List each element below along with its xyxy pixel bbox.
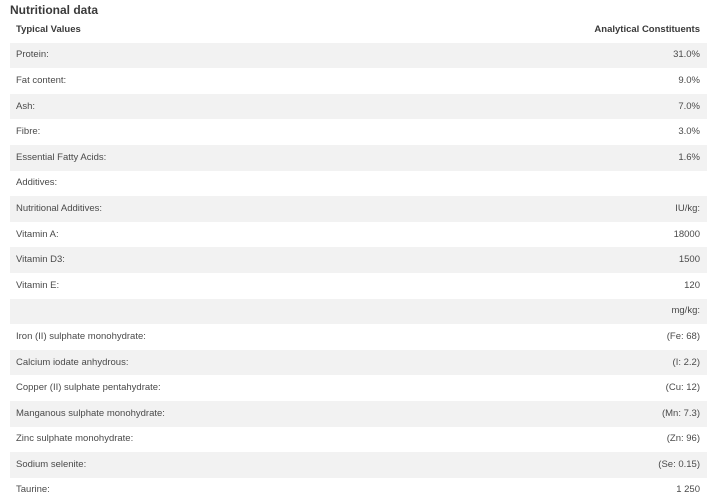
row-value: 120 <box>684 279 700 291</box>
row-label: Additives: <box>16 177 58 189</box>
table-row: Vitamin D3: 1500 <box>10 247 707 273</box>
row-label: Sodium selenite: <box>16 458 87 470</box>
table-row: Calcium iodate anhydrous: (I: 2.2) <box>10 349 707 376</box>
row-value: mg/kg: <box>671 305 700 317</box>
row-label: Vitamin A: <box>16 228 59 240</box>
header-typical-values: Typical Values <box>16 23 81 35</box>
row-label: Vitamin D3: <box>16 254 65 266</box>
row-label: Fibre: <box>16 126 41 138</box>
row-value: 1 250 <box>676 484 700 496</box>
table-row: Additives: <box>10 171 707 197</box>
row-label: Ash: <box>16 100 36 112</box>
table-row: Nutritional Additives: IU/kg: <box>10 196 707 222</box>
row-value: (I: 2.2) <box>672 356 700 368</box>
row-value: (Cu: 12) <box>665 382 700 394</box>
nutrition-table: Typical Values Analytical Constituents P… <box>10 17 707 503</box>
nutritional-data-panel: Nutritional data Typical Values Analytic… <box>0 0 715 499</box>
row-value: (Fe: 68) <box>666 330 700 342</box>
table-row: Vitamin A: 18000 <box>10 222 707 248</box>
row-value: 3.0% <box>678 126 700 138</box>
table-row: Fat content: 9.0% <box>10 68 707 94</box>
row-label: Fat content: <box>16 74 67 86</box>
table-header-row: Typical Values Analytical Constituents <box>10 17 707 43</box>
row-value: IU/kg: <box>675 202 700 214</box>
row-value: 9.0% <box>678 74 700 86</box>
header-analytical-constituents: Analytical Constituents <box>594 23 700 35</box>
row-value: 1500 <box>678 254 700 266</box>
table-row: Protein: 31.0% <box>10 42 707 69</box>
table-row: Copper (II) sulphate pentahydrate: (Cu: … <box>10 375 707 401</box>
row-value: (Mn: 7.3) <box>661 407 700 419</box>
row-value: 7.0% <box>678 100 700 112</box>
row-value: 1.6% <box>678 151 700 163</box>
row-value: (Se: 0.15) <box>658 458 700 470</box>
row-label: Zinc sulphate monohydrate: <box>16 433 134 445</box>
row-label: Taurine: <box>16 484 50 496</box>
row-value: (Zn: 96) <box>666 433 700 445</box>
row-label: Protein: <box>16 49 49 61</box>
table-row: Iron (II) sulphate monohydrate: (Fe: 68) <box>10 324 707 350</box>
table-row: Fibre: 3.0% <box>10 119 707 145</box>
table-row: Taurine: 1 250 <box>10 478 707 503</box>
row-label: Essential Fatty Acids: <box>16 151 107 163</box>
section-title: Nutritional data <box>10 3 99 17</box>
row-value: 31.0% <box>673 49 700 61</box>
row-label: Manganous sulphate monohydrate: <box>16 407 165 419</box>
table-row: Zinc sulphate monohydrate: (Zn: 96) <box>10 427 707 453</box>
table-row: mg/kg: <box>10 298 707 325</box>
row-value: 18000 <box>673 228 700 240</box>
table-row: Essential Fatty Acids: 1.6% <box>10 144 707 171</box>
row-label: Nutritional Additives: <box>16 202 103 214</box>
table-row: Sodium selenite: (Se: 0.15) <box>10 452 707 478</box>
table-row: Manganous sulphate monohydrate: (Mn: 7.3… <box>10 400 707 427</box>
row-label: Calcium iodate anhydrous: <box>16 356 129 368</box>
table-row: Ash: 7.0% <box>10 93 707 120</box>
table-row: Vitamin E: 120 <box>10 273 707 299</box>
row-label: Vitamin E: <box>16 279 60 291</box>
row-label: Copper (II) sulphate pentahydrate: <box>16 382 161 394</box>
row-label: Iron (II) sulphate monohydrate: <box>16 330 146 342</box>
